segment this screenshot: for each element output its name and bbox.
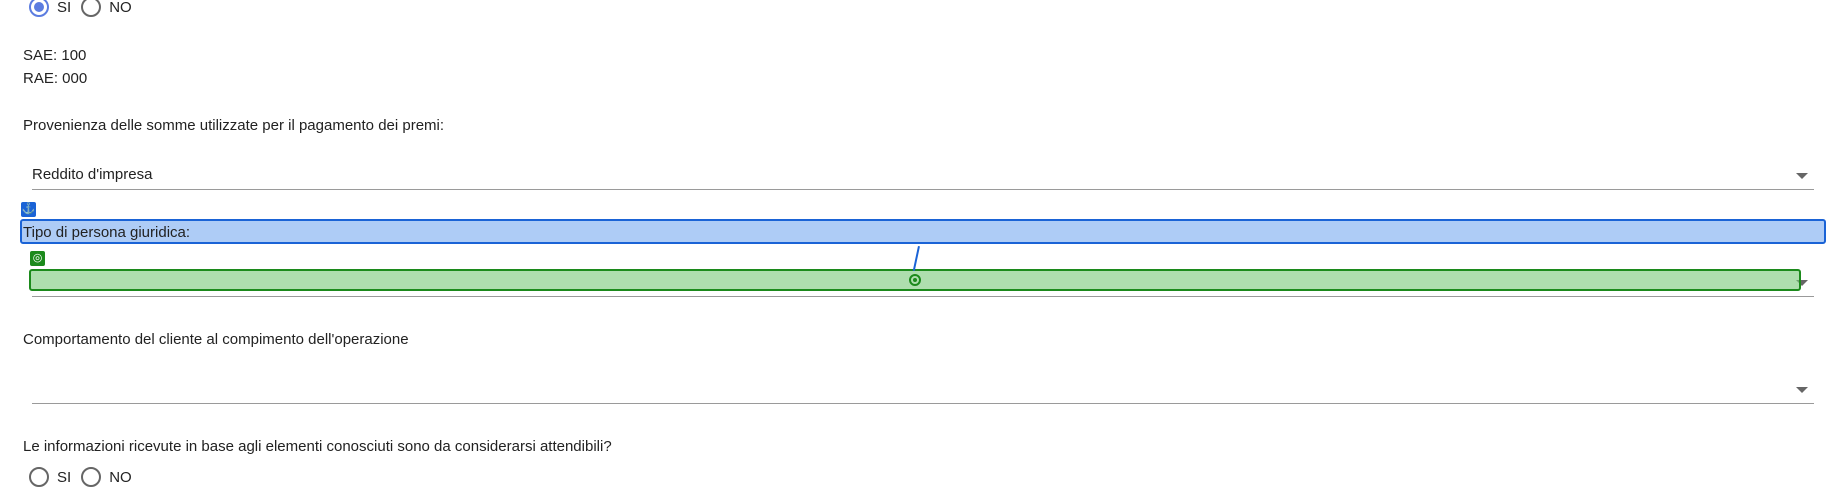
radio-si-top[interactable]: SI — [29, 0, 71, 17]
radio-label-si-informazioni: SI — [57, 468, 72, 486]
informazioni-label: Le informazioni ricevute in base agli el… — [23, 438, 612, 455]
anchor-highlight — [20, 219, 1826, 244]
radio-circle-si-top[interactable] — [29, 0, 49, 17]
radio-circle-si-informazioni[interactable] — [29, 467, 49, 487]
target-badge-icon: ◎ — [30, 251, 45, 266]
radio-circle-no-informazioni[interactable] — [81, 467, 102, 487]
radio-label-no-top: NO — [109, 0, 132, 16]
sae-code: SAE: 100 — [23, 47, 87, 64]
radio-si-informazioni[interactable]: SI — [29, 467, 71, 487]
top-radio-group: SI NO — [29, 0, 142, 18]
provenienza-select[interactable]: Reddito d'impresa — [32, 161, 1814, 190]
comportamento-label: Comportamento del cliente al compimento … — [23, 331, 409, 348]
dropdown-arrow-icon — [1796, 387, 1808, 393]
radio-label-no-informazioni: NO — [109, 468, 132, 486]
comportamento-select[interactable] — [32, 375, 1814, 404]
radio-no-top[interactable]: NO — [81, 0, 132, 17]
radio-circle-no-top[interactable] — [81, 0, 102, 17]
rae-code: RAE: 000 — [23, 70, 88, 87]
provenienza-label: Provenienza delle somme utilizzate per i… — [23, 117, 445, 134]
anchor-icon: ⚓ — [21, 202, 36, 217]
target-icon — [909, 274, 921, 286]
tipo-persona-label: Tipo di persona giuridica: — [23, 224, 191, 241]
dropdown-arrow-icon — [1796, 173, 1808, 179]
provenienza-select-value: Reddito d'impresa — [32, 166, 153, 183]
radio-no-informazioni[interactable]: NO — [81, 467, 132, 487]
radio-label-si-top: SI — [57, 0, 72, 16]
informazioni-radio-group: SI NO — [29, 466, 142, 488]
